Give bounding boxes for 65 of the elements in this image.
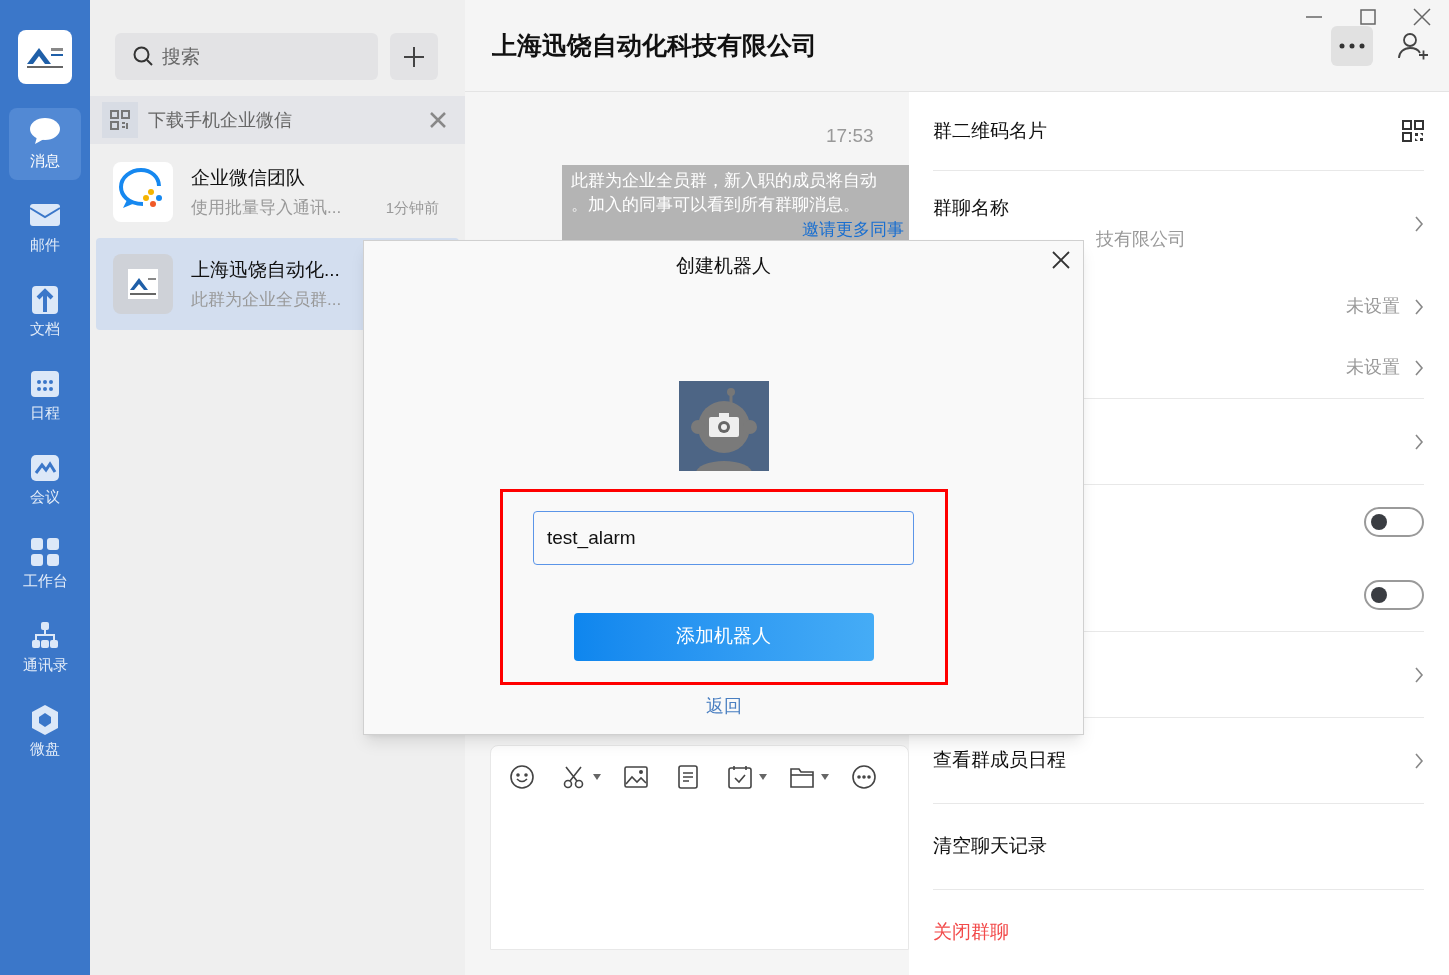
chat-preview: 此群为企业全员群... [191, 289, 342, 311]
qr-code-icon [110, 110, 130, 130]
chat-item[interactable]: 企业微信团队 使用批量导入通讯... 1分钟前 [96, 146, 459, 238]
nav-item[interactable]: 工作台 [9, 528, 81, 600]
smiley-icon[interactable] [509, 764, 535, 790]
chat-title: 上海迅饶自动化科技有限公司 [492, 29, 818, 61]
toggle-switch[interactable] [1364, 506, 1424, 537]
download-banner[interactable]: 下载手机企业微信 [90, 96, 465, 144]
caret-icon[interactable] [759, 774, 767, 780]
nav-item[interactable]: 文档 [9, 276, 81, 348]
chat-name: 企业微信团队 [191, 165, 306, 190]
qr-code-icon[interactable] [1402, 120, 1424, 142]
close-icon[interactable] [1413, 8, 1431, 26]
chevron-right-icon [1414, 752, 1424, 769]
toggle-switch[interactable] [1364, 579, 1424, 610]
add-button[interactable] [390, 33, 438, 80]
notice-text: 此群为企业全员群，新入职的成员将自动 。加入的同事可以看到所有群聊消息。 [571, 169, 878, 216]
plus-icon [403, 45, 425, 68]
settings-label[interactable]: 查看群成员日程 [933, 746, 1414, 775]
settings-value: 技有限公司 [1095, 228, 1187, 252]
chevron-right-icon [1414, 433, 1424, 450]
chevron-right-icon [1414, 359, 1424, 376]
message-time: 17:53 [826, 124, 875, 148]
nav-item[interactable]: 消息 [9, 108, 81, 180]
close-icon[interactable] [1052, 251, 1070, 269]
chat-preview: 使用批量导入通讯... [191, 197, 342, 219]
grid-icon [29, 535, 61, 568]
chevron-right-icon [1414, 215, 1424, 232]
caret-icon[interactable] [821, 774, 829, 780]
nav-item[interactable]: 邮件 [9, 192, 81, 264]
add-robot-button[interactable]: 添加机器人 [573, 612, 874, 661]
note-icon[interactable] [675, 764, 701, 790]
chat-time: 1分钟前 [385, 197, 439, 218]
dots-icon [1339, 42, 1365, 49]
calendar-check-icon[interactable] [727, 764, 753, 790]
maximize-icon[interactable] [1359, 8, 1377, 26]
nav-item[interactable]: 通讯录 [9, 612, 81, 684]
invite-link[interactable]: 邀请更多同事 [802, 219, 904, 239]
chat-name: 上海迅饶自动化... [191, 257, 341, 282]
chevron-right-icon [1414, 666, 1424, 683]
add-member-icon[interactable] [1397, 31, 1429, 60]
dialog-title: 创建机器人 [676, 254, 771, 278]
download-banner-text: 下载手机企业微信 [148, 108, 293, 132]
settings-label[interactable]: 群聊名称 [933, 193, 1414, 223]
cube-icon [29, 703, 61, 736]
chevron-right-icon [1414, 298, 1424, 315]
caret-icon[interactable] [593, 774, 601, 780]
image-icon[interactable] [623, 764, 649, 790]
close-group-item[interactable]: 关闭群聊 [933, 918, 1424, 947]
more-button[interactable] [1331, 25, 1373, 66]
document-icon [29, 283, 61, 316]
back-link[interactable]: 返回 [705, 692, 742, 720]
nav-item[interactable]: 日程 [9, 360, 81, 432]
settings-value: 未设置 [1346, 295, 1400, 318]
robot-name-field[interactable]: test_alarm [533, 510, 914, 565]
robot-avatar-upload[interactable] [678, 380, 769, 471]
settings-value: 未设置 [1346, 356, 1400, 379]
settings-label[interactable]: 清空聊天记录 [933, 832, 1424, 861]
nav-item[interactable]: 会议 [9, 444, 81, 516]
search-field[interactable]: 搜索 [115, 33, 378, 80]
nav-item[interactable]: 微盘 [9, 696, 81, 768]
search-icon [132, 45, 154, 67]
more-icon[interactable] [851, 764, 877, 790]
company-logo [18, 30, 72, 84]
settings-label[interactable]: 群二维码名片 [933, 116, 1402, 146]
